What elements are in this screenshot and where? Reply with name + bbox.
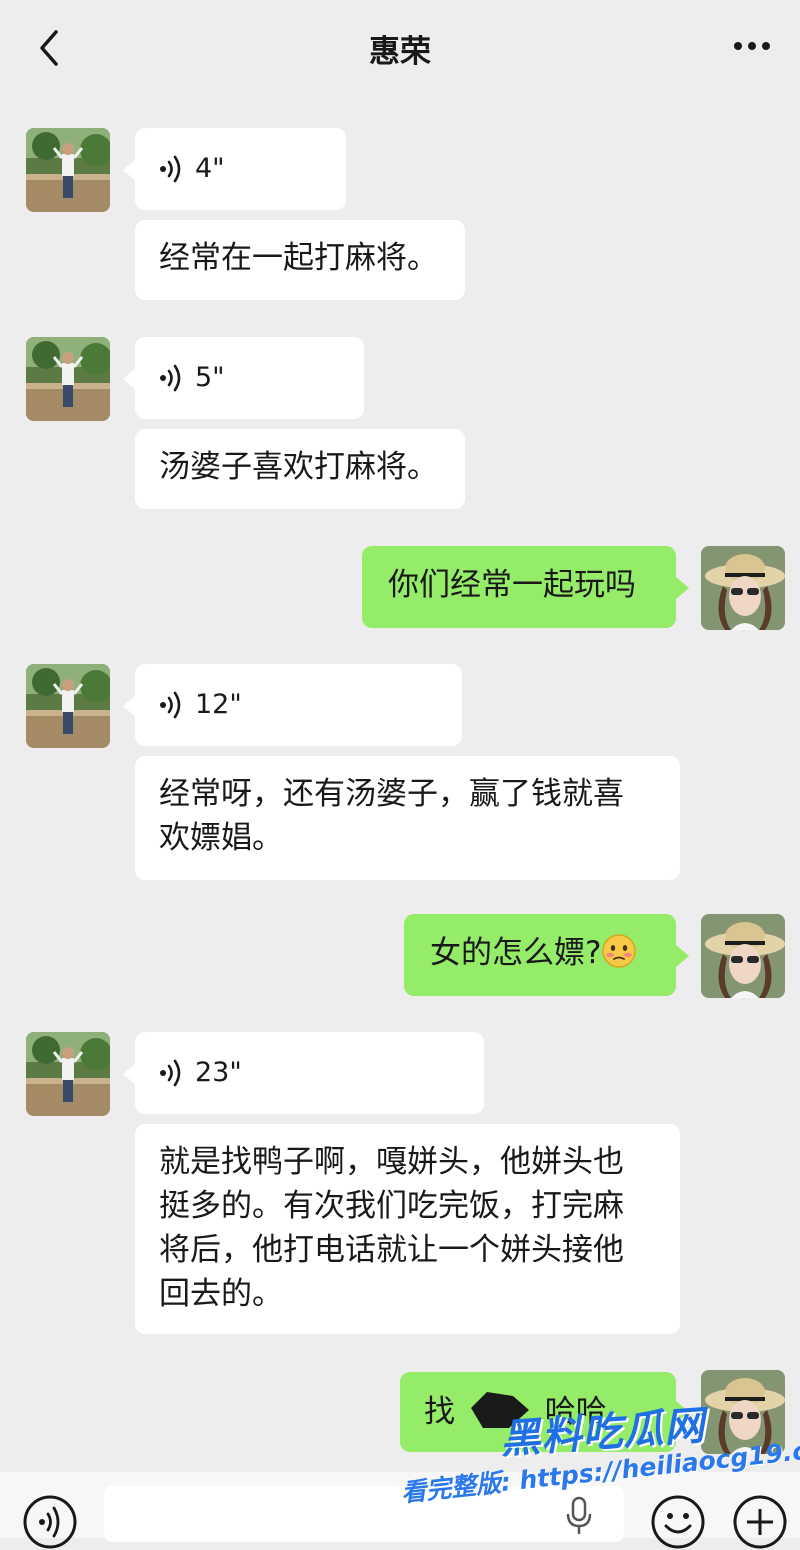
message-text-line: 将后，他打电话就让一个姘头接他 [159,1232,624,1268]
voice-wave-icon [160,691,181,719]
emoji-face-icon[interactable] [650,1494,706,1550]
text-message[interactable]: 经常呀，还有汤婆子，赢了钱就喜 欢嫖娼。 [135,756,680,880]
text-message[interactable]: 汤婆子喜欢打麻将。 [135,429,465,509]
voice-wave-icon [160,155,181,183]
microphone-icon[interactable] [564,1496,594,1536]
message-text-line: 挺多的。有次我们吃完饭，打完麻 [159,1188,624,1224]
message-text: 你们经常一起玩吗 [388,567,636,603]
voice-message[interactable]: 4" [135,128,346,210]
message-text: 汤婆子喜欢打麻将。 [159,449,438,485]
self-avatar[interactable] [701,546,785,630]
top-bar: 惠荣 [0,0,800,96]
voice-message[interactable]: 12" [135,664,462,746]
contact-avatar[interactable] [26,1032,110,1116]
text-message[interactable]: 经常在一起打麻将。 [135,220,465,300]
message-text-line: 就是找鸭子啊，嘎姘头，他姘头也 [159,1144,624,1180]
voice-duration: 4" [195,153,225,184]
message-text: 经常在一起打麻将。 [159,240,438,276]
voice-message[interactable]: 23" [135,1032,484,1114]
more-icon[interactable] [732,38,772,54]
bubble-tail [676,577,689,599]
text-message[interactable]: 就是找鸭子啊，嘎姘头，他姘头也 挺多的。有次我们吃完饭，打完麻 将后，他打电话就… [135,1124,680,1334]
outgoing-message[interactable]: 你们经常一起玩吗 [362,546,676,628]
contact-avatar[interactable] [26,337,110,421]
voice-input-icon[interactable] [22,1494,78,1550]
voice-wave-icon [160,1059,181,1087]
voice-duration: 5" [195,362,225,393]
message-text: 找 [424,1394,455,1430]
voice-duration: 23" [195,1057,242,1088]
message-text: 女的怎么嫖? [430,935,602,971]
bubble-tail [676,945,689,967]
message-text-line: 欢嫖娼。 [159,820,283,856]
self-avatar[interactable] [701,914,785,998]
voice-wave-icon [160,364,181,392]
plus-icon[interactable] [732,1494,788,1550]
chat-title: 惠荣 [369,34,431,70]
message-text-line: 回去的。 [159,1276,283,1312]
voice-message[interactable]: 5" [135,337,364,419]
contact-avatar[interactable] [26,664,110,748]
contact-avatar[interactable] [26,128,110,212]
outgoing-message[interactable]: 女的怎么嫖? [404,914,676,996]
voice-duration: 12" [195,689,242,720]
message-text-line: 经常呀，还有汤婆子，赢了钱就喜 [159,776,624,812]
blush-emoji-icon [602,934,637,968]
